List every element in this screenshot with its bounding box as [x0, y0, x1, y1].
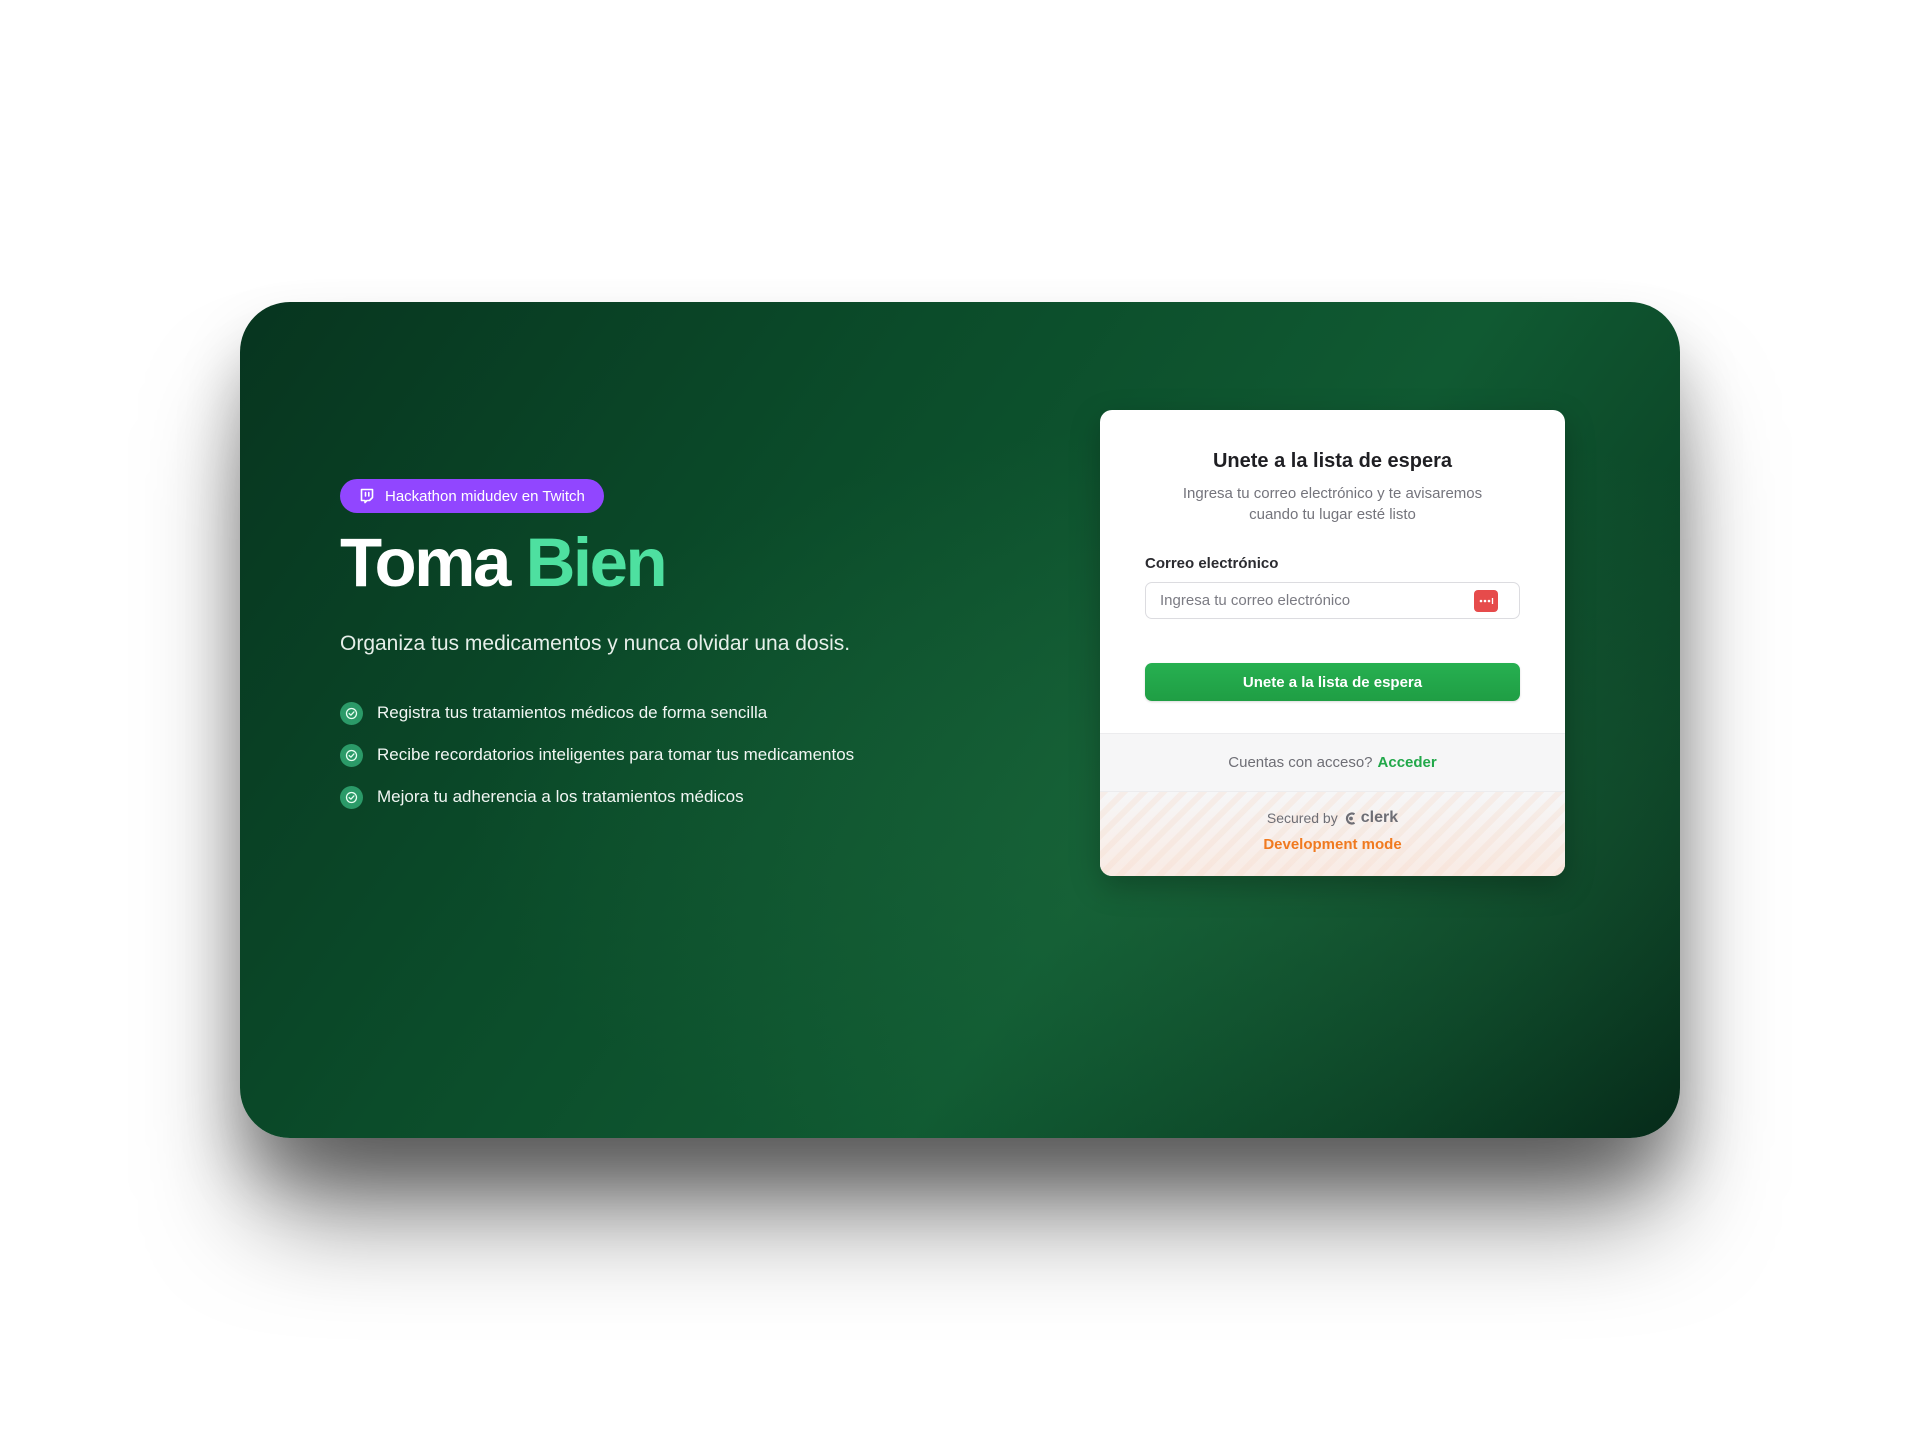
card-title: Unete a la lista de espera [1212, 450, 1452, 472]
hackathon-badge[interactable]: Hackathon midudev en Twitch [340, 479, 604, 513]
feature-item: Recibe recordatorios inteligentes para t… [340, 741, 960, 769]
hackathon-badge-label: Hackathon midudev en Twitch [385, 487, 585, 505]
check-circle-icon [340, 743, 363, 767]
feature-label: Mejora tu adherencia a los tratamientos … [377, 787, 744, 806]
email-label: Correo electrónico [1145, 555, 1279, 572]
development-mode-label: Development mode [1263, 836, 1402, 853]
password-manager-icon[interactable] [1474, 590, 1498, 612]
hero-subtitle: Organiza tus medicamentos y nunca olvida… [340, 632, 851, 655]
feature-item: Registra tus tratamientos médicos de for… [340, 699, 960, 727]
clerk-wordmark: clerk [1360, 809, 1399, 826]
feature-label: Registra tus tratamientos médicos de for… [377, 703, 768, 722]
card-description: Ingresa tu correo electrónico y te avisa… [1182, 485, 1483, 523]
secured-by: Secured by clerk [1267, 809, 1398, 827]
check-circle-icon [340, 701, 363, 725]
waitlist-card: Unete a la lista de espera Ingresa tu co… [1100, 410, 1565, 876]
title-part-bien: Bien [525, 524, 668, 601]
email-field-wrapper [1145, 582, 1520, 619]
email-input[interactable] [1146, 583, 1519, 618]
dev-mode-strip: Secured by clerk Development mode [1100, 791, 1565, 876]
page-title: Toma Bien [340, 523, 960, 603]
waitlist-form: Unete a la lista de espera Ingresa tu co… [1100, 410, 1565, 733]
check-circle-icon [340, 785, 363, 809]
secured-by-label: Secured by [1266, 810, 1338, 826]
feature-label: Recibe recordatorios inteligentes para t… [377, 745, 855, 764]
card-footer: Cuentas con acceso? Acceder [1100, 733, 1565, 791]
join-waitlist-button[interactable]: Unete a la lista de espera [1145, 663, 1520, 701]
clerk-icon [1345, 811, 1355, 825]
app-window: Hackathon midudev en Twitch Toma Bien Or… [240, 302, 1680, 1138]
clerk-logo[interactable]: clerk [1344, 809, 1398, 827]
hero-section: Hackathon midudev en Twitch Toma Bien Or… [340, 479, 960, 825]
feature-list: Registra tus tratamientos médicos de for… [340, 699, 960, 811]
footer-prompt: Cuentas con acceso? [1228, 754, 1373, 771]
feature-item: Mejora tu adherencia a los tratamientos … [340, 783, 960, 811]
twitch-icon [359, 488, 375, 504]
sign-in-link[interactable]: Acceder [1378, 754, 1437, 771]
title-part-toma: Toma [340, 524, 511, 601]
